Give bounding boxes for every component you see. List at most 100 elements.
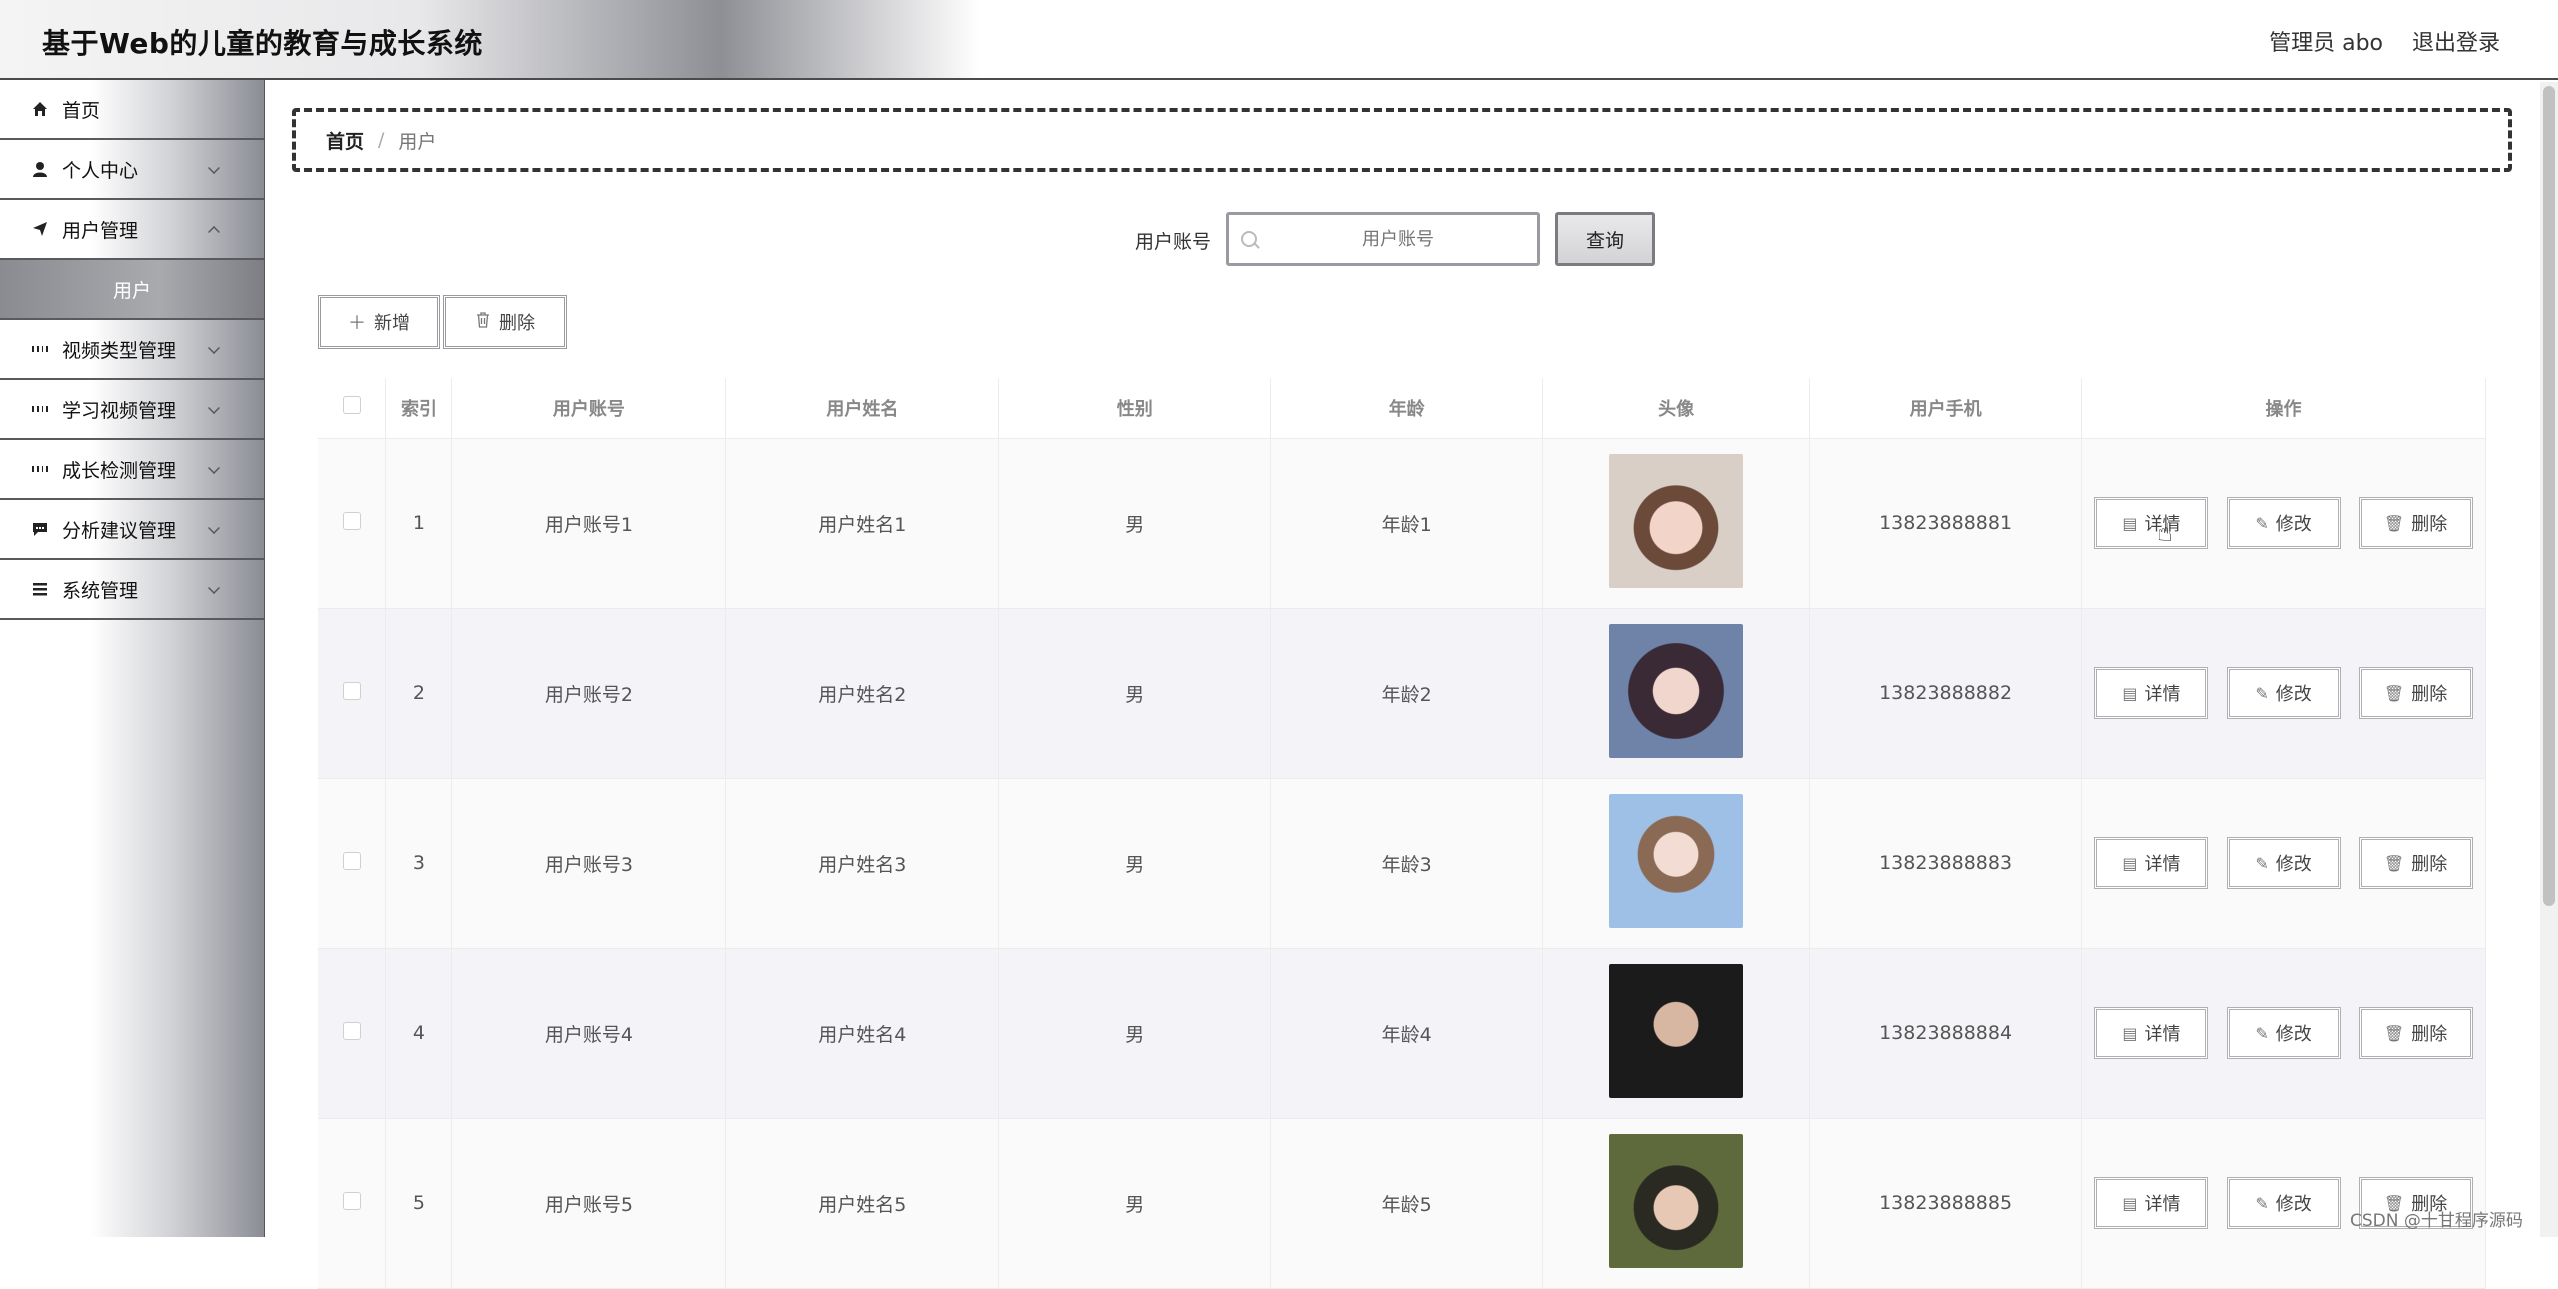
sidebar-item-home[interactable]: 首页 bbox=[0, 80, 264, 140]
sidebar-item-label: 个人中心 bbox=[62, 159, 139, 182]
avatar bbox=[1609, 623, 1744, 758]
avatar bbox=[1609, 793, 1744, 928]
select-all-header[interactable] bbox=[318, 378, 387, 439]
column-header-name: 用户姓名 bbox=[725, 378, 1000, 439]
sidebar-item-label: 系统管理 bbox=[62, 579, 139, 602]
sidebar-item-label: 成长检测管理 bbox=[62, 459, 177, 482]
cell-index: 3 bbox=[385, 778, 453, 949]
sidebar-item-label: 用户管理 bbox=[62, 219, 139, 242]
users-table: 索引 用户账号 用户姓名 性别 年龄 头像 用户手机 操作 1 用户账号1 用户… bbox=[318, 378, 2486, 1289]
sidebar-item-label: 视频类型管理 bbox=[62, 339, 177, 362]
detail-button[interactable]: ▤ 详情 bbox=[2094, 497, 2209, 549]
edit-button-label: 修改 bbox=[2275, 854, 2312, 875]
menu-icon bbox=[32, 581, 48, 597]
edit-button[interactable]: ✎ 修改 bbox=[2226, 1177, 2341, 1229]
row-checkbox[interactable] bbox=[342, 851, 361, 870]
sidebar-item-video-type[interactable]: 视频类型管理 bbox=[0, 320, 264, 380]
delete-button[interactable]: 🗑 删除 bbox=[2358, 497, 2473, 549]
column-header-index: 索引 bbox=[385, 378, 453, 439]
scrollbar-thumb[interactable] bbox=[2543, 86, 2555, 906]
cell-phone: 13823888884 bbox=[1809, 948, 2083, 1119]
row-checkbox[interactable] bbox=[342, 681, 361, 700]
chevron-down-icon bbox=[208, 582, 220, 594]
cell-avatar bbox=[1542, 778, 1811, 949]
app-title: 基于Web的儿童的教育与成长系统 bbox=[42, 27, 483, 60]
detail-button[interactable]: ▤ 详情 bbox=[2094, 667, 2209, 719]
edit-button[interactable]: ✎ 修改 bbox=[2226, 837, 2341, 889]
detail-button[interactable]: ▤ 详情 bbox=[2094, 837, 2209, 889]
breadcrumb-home[interactable]: 首页 bbox=[326, 127, 364, 154]
sidebar-item-analysis-advice[interactable]: 分析建议管理 bbox=[0, 500, 264, 560]
chevron-down-icon bbox=[208, 342, 220, 354]
trash-icon: 🗑 bbox=[2383, 683, 2405, 703]
detail-button-label: 详情 bbox=[2144, 1024, 2181, 1045]
watermark: CSDN @十甘程序源码 bbox=[2350, 1211, 2523, 1231]
edit-button[interactable]: ✎ 修改 bbox=[2226, 497, 2341, 549]
delete-button-label: 删除 bbox=[2411, 514, 2448, 535]
detail-button[interactable]: ▤ 详情 bbox=[2094, 1007, 2209, 1059]
delete-button[interactable]: 🗑 删除 bbox=[2358, 1007, 2473, 1059]
user-icon bbox=[32, 161, 48, 177]
avatar bbox=[1609, 963, 1744, 1098]
row-checkbox[interactable] bbox=[342, 1191, 361, 1210]
breadcrumb-separator: / bbox=[378, 129, 385, 151]
detail-button[interactable]: ▤ 详情 bbox=[2094, 1177, 2209, 1229]
delete-button[interactable]: 🗑 删除 bbox=[2358, 837, 2473, 889]
detail-button-label: 详情 bbox=[2144, 1194, 2181, 1215]
sidebar-item-growth-check[interactable]: 成长检测管理 bbox=[0, 440, 264, 500]
cell-gender: 男 bbox=[998, 608, 1272, 779]
search-input[interactable] bbox=[1226, 212, 1540, 266]
row-select-cell[interactable] bbox=[318, 438, 387, 609]
trash-icon bbox=[475, 311, 491, 333]
cell-gender: 男 bbox=[998, 438, 1272, 609]
cell-phone: 13823888881 bbox=[1809, 438, 2083, 609]
page-scrollbar[interactable] bbox=[2540, 82, 2558, 1237]
logout-link[interactable]: 退出登录 bbox=[2412, 25, 2500, 57]
trash-icon: 🗑 bbox=[2383, 1023, 2405, 1043]
cell-phone: 13823888885 bbox=[1809, 1118, 2083, 1289]
row-select-cell[interactable] bbox=[318, 778, 387, 949]
row-checkbox[interactable] bbox=[342, 511, 361, 530]
column-header-actions: 操作 bbox=[2081, 378, 2486, 439]
sidebar-item-system[interactable]: 系统管理 bbox=[0, 560, 264, 620]
pencil-icon: ✎ bbox=[2255, 683, 2269, 703]
add-button-label: 新增 bbox=[374, 313, 410, 334]
cell-age: 年龄3 bbox=[1270, 778, 1544, 949]
grid-icon bbox=[32, 341, 48, 357]
table-row: 4 用户账号4 用户姓名4 男 年龄4 13823888884 ▤ 详情 ✎ 修改 … bbox=[318, 948, 2486, 1119]
table-row: 2 用户账号2 用户姓名2 男 年龄2 13823888882 ▤ 详情 ✎ 修改 … bbox=[318, 608, 2486, 779]
delete-button[interactable]: 🗑 删除 bbox=[2358, 667, 2473, 719]
sidebar-item-learning-video[interactable]: 学习视频管理 bbox=[0, 380, 264, 440]
select-all-checkbox[interactable] bbox=[342, 396, 361, 415]
batch-delete-button[interactable]: 删除 bbox=[443, 295, 567, 349]
message-icon bbox=[32, 521, 48, 537]
trash-icon: 🗑 bbox=[2383, 853, 2405, 873]
cell-avatar bbox=[1542, 438, 1811, 609]
sidebar-item-label: 学习视频管理 bbox=[62, 399, 177, 422]
cell-gender: 男 bbox=[998, 1118, 1272, 1289]
row-select-cell[interactable] bbox=[318, 948, 387, 1119]
home-icon bbox=[32, 101, 48, 117]
row-checkbox[interactable] bbox=[342, 1021, 361, 1040]
search-button[interactable]: 查询 bbox=[1555, 212, 1655, 266]
chevron-down-icon bbox=[208, 402, 220, 414]
sidebar-item-label: 分析建议管理 bbox=[62, 519, 177, 542]
cell-index: 1 bbox=[385, 438, 453, 609]
edit-button[interactable]: ✎ 修改 bbox=[2226, 1007, 2341, 1059]
grid-icon bbox=[32, 401, 48, 417]
cell-gender: 男 bbox=[998, 778, 1272, 949]
row-select-cell[interactable] bbox=[318, 608, 387, 779]
pencil-icon: ✎ bbox=[2255, 1193, 2269, 1213]
document-icon: ▤ bbox=[2122, 853, 2138, 873]
cell-account: 用户账号3 bbox=[451, 778, 727, 949]
sidebar-subitem-users[interactable]: 用户 bbox=[0, 260, 264, 320]
cell-age: 年龄2 bbox=[1270, 608, 1544, 779]
sidebar-item-personal-center[interactable]: 个人中心 bbox=[0, 140, 264, 200]
row-select-cell[interactable] bbox=[318, 1118, 387, 1289]
column-header-phone: 用户手机 bbox=[1809, 378, 2083, 439]
table-row: 5 用户账号5 用户姓名5 男 年龄5 13823888885 ▤ 详情 ✎ 修改 … bbox=[318, 1118, 2486, 1289]
sidebar-item-user-management[interactable]: 用户管理 bbox=[0, 200, 264, 260]
cell-actions: ▤ 详情 ✎ 修改 🗑 删除 bbox=[2081, 778, 2486, 949]
add-button[interactable]: ＋ 新增 bbox=[318, 295, 440, 349]
edit-button[interactable]: ✎ 修改 bbox=[2226, 667, 2341, 719]
